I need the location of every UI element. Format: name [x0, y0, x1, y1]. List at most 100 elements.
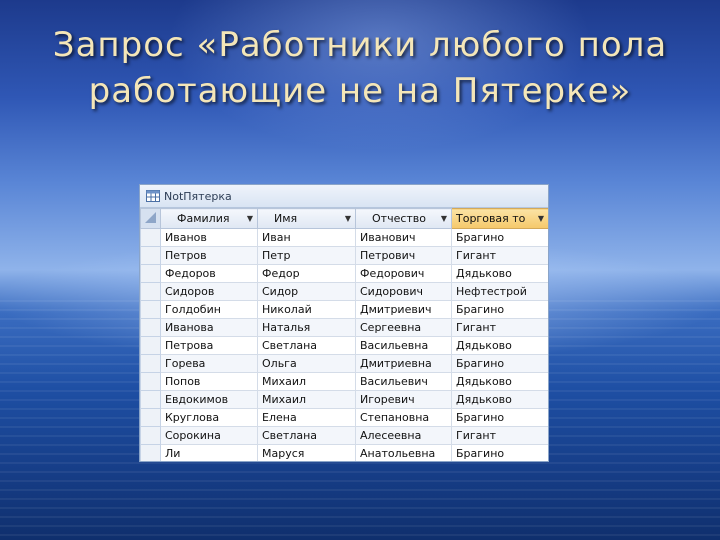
- table-cell[interactable]: Сидоров: [160, 282, 258, 301]
- row-selector[interactable]: [140, 318, 161, 337]
- table-cell[interactable]: Сидорович: [355, 282, 452, 301]
- dropdown-arrow-icon[interactable]: ▼: [441, 214, 447, 223]
- table-cell[interactable]: Федорович: [355, 264, 452, 283]
- table-cell[interactable]: Петров: [160, 246, 258, 265]
- table-cell[interactable]: Михаил: [257, 390, 356, 409]
- table-cell[interactable]: Гигант: [451, 246, 548, 265]
- table-row[interactable]: Петрова Светлана Васильевна Дядьково: [140, 336, 548, 355]
- table-cell[interactable]: Степановна: [355, 408, 452, 427]
- object-tab[interactable]: NotПятерка: [140, 185, 548, 208]
- table-cell[interactable]: Сидор: [257, 282, 356, 301]
- column-label: Имя: [274, 212, 298, 225]
- table-cell[interactable]: Ли: [160, 444, 258, 461]
- row-selector[interactable]: [140, 444, 161, 461]
- table-cell[interactable]: Сорокина: [160, 426, 258, 445]
- row-selector[interactable]: [140, 264, 161, 283]
- table-row[interactable]: Круглова Елена Степановна Брагино: [140, 408, 548, 427]
- table-cell[interactable]: Иван: [257, 228, 356, 247]
- table-icon: [146, 190, 160, 202]
- title-line-1: Запрос «Работники любого пола: [52, 25, 668, 65]
- table-cell[interactable]: Ольга: [257, 354, 356, 373]
- table-cell[interactable]: Брагино: [451, 444, 548, 461]
- dropdown-arrow-icon[interactable]: ▼: [247, 214, 253, 223]
- table-cell[interactable]: Дядьково: [451, 264, 548, 283]
- table-cell[interactable]: Петрович: [355, 246, 452, 265]
- column-header-otchestvo[interactable]: Отчество ▼: [355, 208, 452, 229]
- table-cell[interactable]: Сергеевна: [355, 318, 452, 337]
- select-all-icon: [145, 212, 156, 223]
- column-header-torgovaya-tochka[interactable]: Торговая то ▼: [451, 208, 548, 229]
- table-cell[interactable]: Алесеевна: [355, 426, 452, 445]
- row-selector[interactable]: [140, 372, 161, 391]
- table-cell[interactable]: Нефтестрой: [451, 282, 548, 301]
- table-cell[interactable]: Федоров: [160, 264, 258, 283]
- table-cell[interactable]: Евдокимов: [160, 390, 258, 409]
- table-row[interactable]: Сидоров Сидор Сидорович Нефтестрой: [140, 282, 548, 301]
- table-cell[interactable]: Голдобин: [160, 300, 258, 319]
- table-cell[interactable]: Иванович: [355, 228, 452, 247]
- row-selector[interactable]: [140, 300, 161, 319]
- table-cell[interactable]: Анатольевна: [355, 444, 452, 461]
- slide-title: Запрос «Работники любого пола работающие…: [0, 22, 720, 114]
- dropdown-arrow-icon[interactable]: ▼: [538, 214, 544, 223]
- table-cell[interactable]: Наталья: [257, 318, 356, 337]
- table-cell[interactable]: Михаил: [257, 372, 356, 391]
- table-cell[interactable]: Круглова: [160, 408, 258, 427]
- table-row[interactable]: Ли Маруся Анатольевна Брагино: [140, 444, 548, 461]
- table-cell[interactable]: Брагино: [451, 354, 548, 373]
- column-header-familia[interactable]: Фамилия ▼: [160, 208, 258, 229]
- column-label: Торговая то: [456, 212, 526, 225]
- table-cell[interactable]: Попов: [160, 372, 258, 391]
- table-row[interactable]: Евдокимов Михаил Игоревич Дядьково: [140, 390, 548, 409]
- table-cell[interactable]: Дмитриевич: [355, 300, 452, 319]
- row-selector[interactable]: [140, 228, 161, 247]
- table-cell[interactable]: Петрова: [160, 336, 258, 355]
- table-cell[interactable]: Петр: [257, 246, 356, 265]
- table-cell[interactable]: Брагино: [451, 300, 548, 319]
- table-cell[interactable]: Васильевна: [355, 336, 452, 355]
- column-label: Фамилия: [177, 212, 230, 225]
- header-row: Фамилия ▼ Имя ▼ Отчество ▼ Торговая то ▼: [140, 208, 548, 229]
- table-cell[interactable]: Елена: [257, 408, 356, 427]
- table-cell[interactable]: Николай: [257, 300, 356, 319]
- table-cell[interactable]: Горева: [160, 354, 258, 373]
- column-header-imya[interactable]: Имя ▼: [257, 208, 356, 229]
- table-cell[interactable]: Васильевич: [355, 372, 452, 391]
- title-line-2: работающие не на Пятерке»: [88, 71, 632, 111]
- row-selector[interactable]: [140, 282, 161, 301]
- dropdown-arrow-icon[interactable]: ▼: [345, 214, 351, 223]
- table-cell[interactable]: Светлана: [257, 336, 356, 355]
- table-cell[interactable]: Маруся: [257, 444, 356, 461]
- table-row[interactable]: Голдобин Николай Дмитриевич Брагино: [140, 300, 548, 319]
- table-cell[interactable]: Брагино: [451, 228, 548, 247]
- table-cell[interactable]: Дмитриевна: [355, 354, 452, 373]
- table-row[interactable]: Иванова Наталья Сергеевна Гигант: [140, 318, 548, 337]
- table-cell[interactable]: Федор: [257, 264, 356, 283]
- table-row[interactable]: Попов Михаил Васильевич Дядьково: [140, 372, 548, 391]
- row-selector[interactable]: [140, 408, 161, 427]
- column-label: Отчество: [372, 212, 427, 225]
- table-row[interactable]: Федоров Федор Федорович Дядьково: [140, 264, 548, 283]
- table-cell[interactable]: Игоревич: [355, 390, 452, 409]
- table-row[interactable]: Горева Ольга Дмитриевна Брагино: [140, 354, 548, 373]
- table-cell[interactable]: Гигант: [451, 426, 548, 445]
- table-cell[interactable]: Иванова: [160, 318, 258, 337]
- datasheet-table: Фамилия ▼ Имя ▼ Отчество ▼ Торговая то ▼ Ива…: [140, 208, 548, 461]
- row-selector[interactable]: [140, 426, 161, 445]
- table-cell[interactable]: Дядьково: [451, 390, 548, 409]
- row-selector[interactable]: [140, 390, 161, 409]
- table-cell[interactable]: Дядьково: [451, 336, 548, 355]
- table-row[interactable]: Петров Петр Петрович Гигант: [140, 246, 548, 265]
- table-cell[interactable]: Светлана: [257, 426, 356, 445]
- table-cell[interactable]: Дядьково: [451, 372, 548, 391]
- row-selector[interactable]: [140, 354, 161, 373]
- table-cell[interactable]: Иванов: [160, 228, 258, 247]
- table-row[interactable]: Сорокина Светлана Алесеевна Гигант: [140, 426, 548, 445]
- row-selector[interactable]: [140, 246, 161, 265]
- table-cell[interactable]: Брагино: [451, 408, 548, 427]
- table-cell[interactable]: Гигант: [451, 318, 548, 337]
- row-selector[interactable]: [140, 336, 161, 355]
- tab-label: NotПятерка: [164, 189, 232, 203]
- select-all-corner[interactable]: [140, 208, 161, 229]
- table-row[interactable]: Иванов Иван Иванович Брагино: [140, 228, 548, 247]
